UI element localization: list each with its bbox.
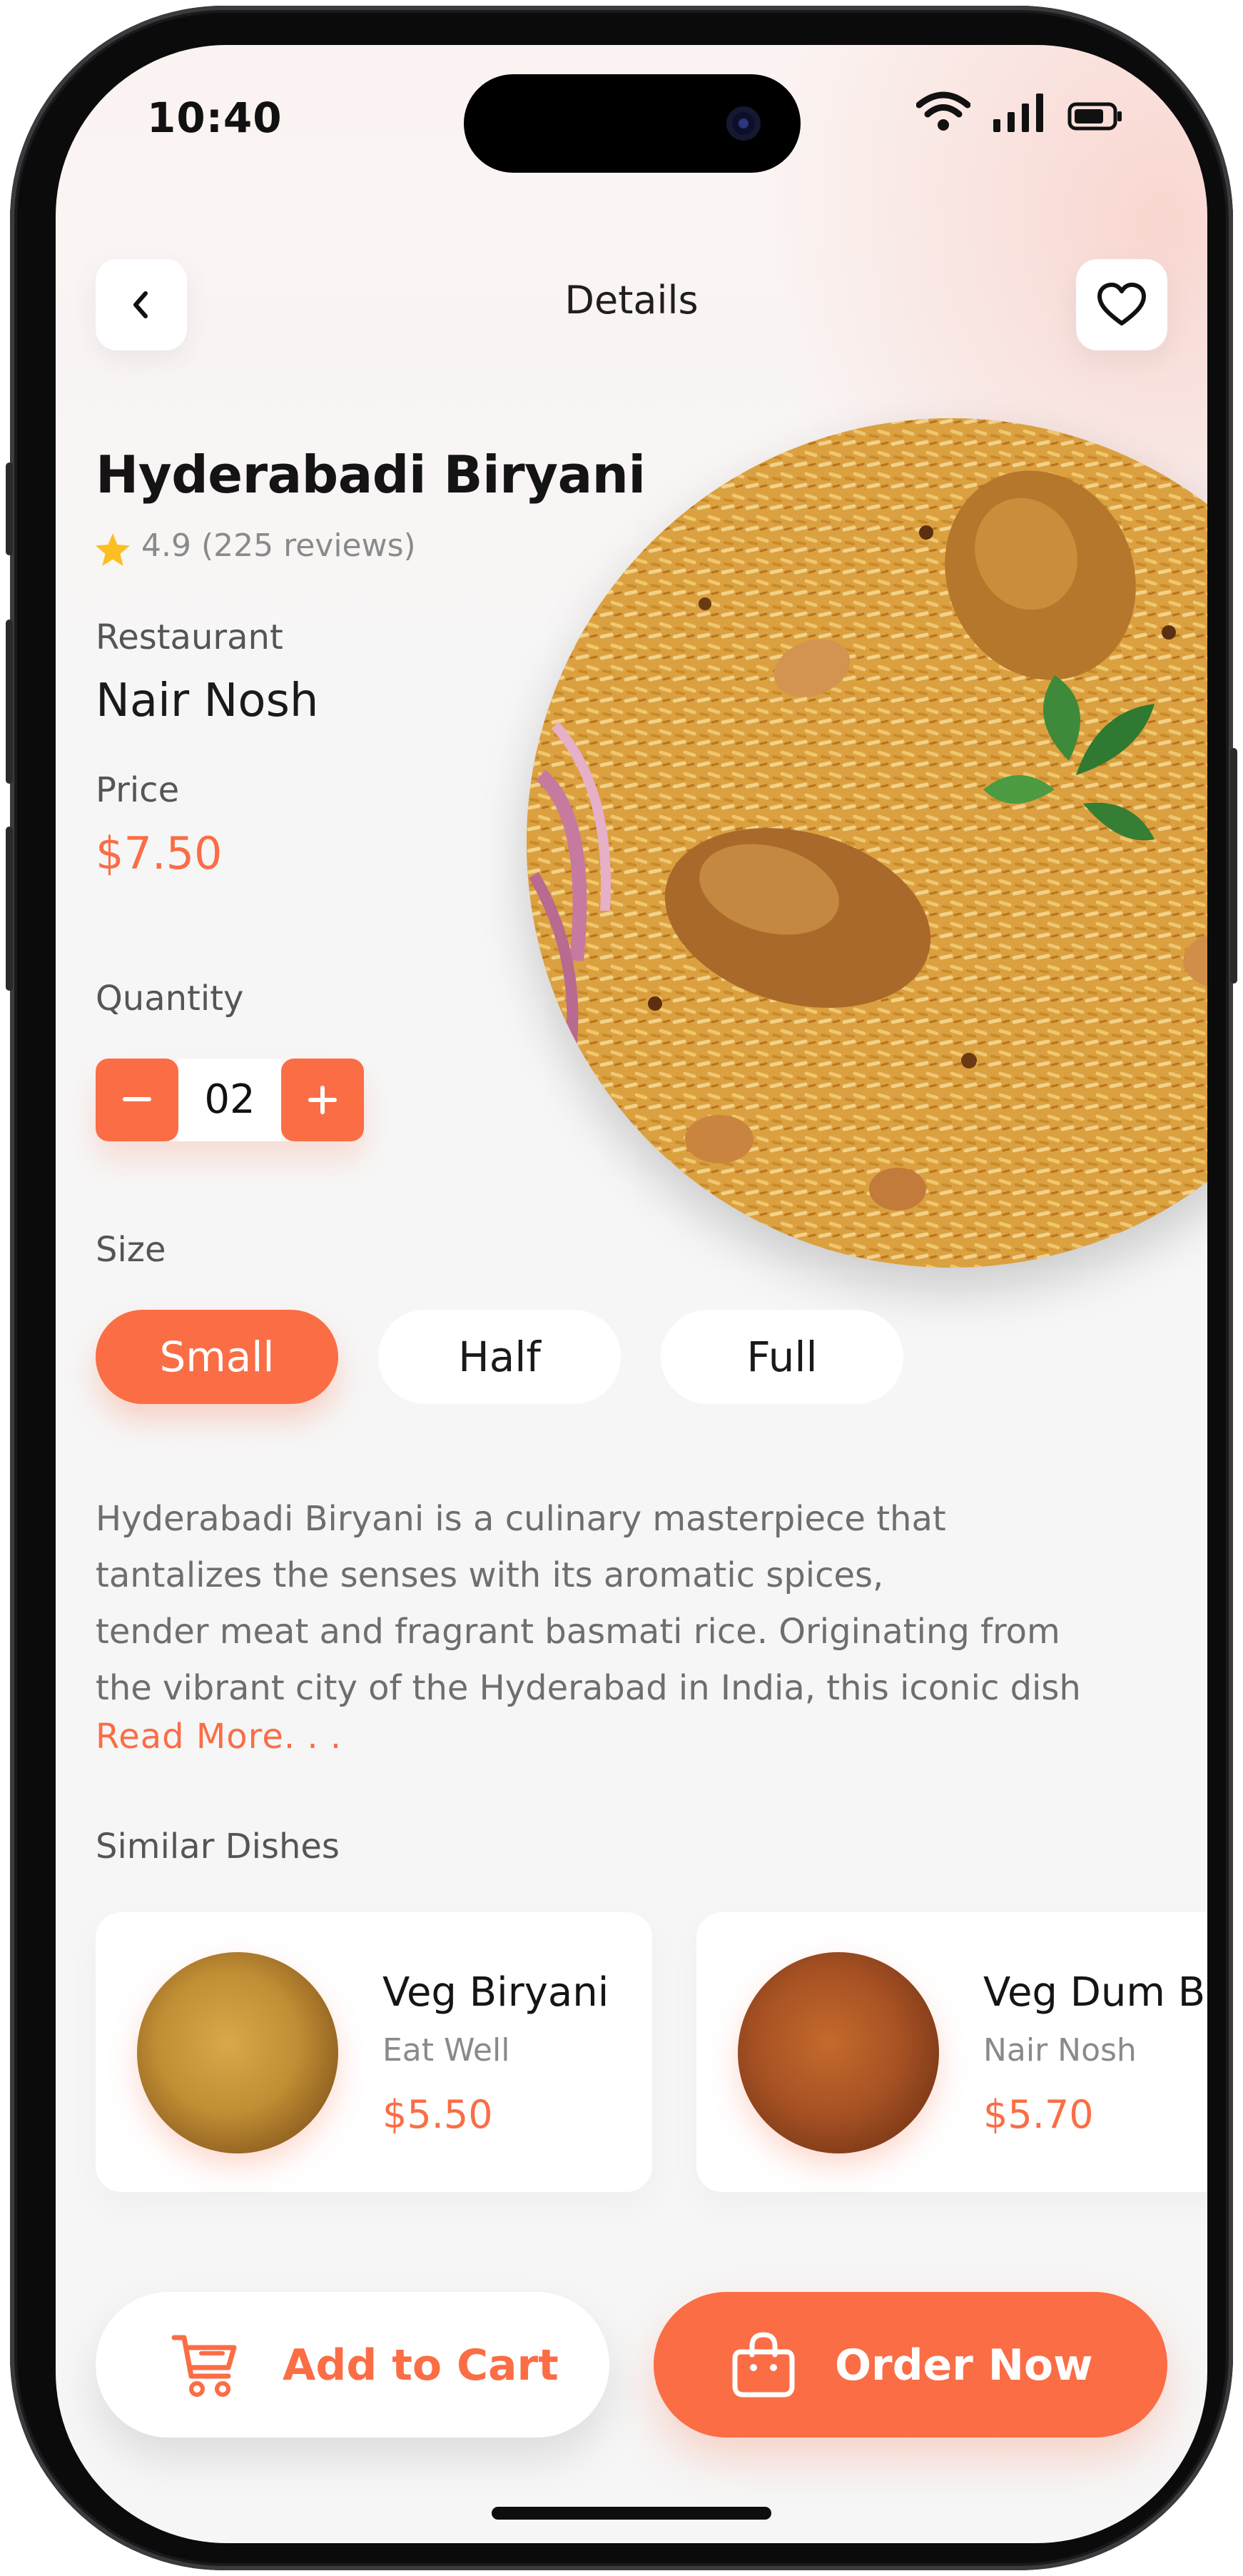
status-time: 10:40 [147,94,283,142]
decrease-quantity-button[interactable] [96,1059,178,1141]
order-now-label: Order Now [835,2340,1093,2390]
volume-down-button [6,827,13,991]
home-indicator[interactable] [492,2507,771,2520]
plus-icon [308,1086,337,1114]
favorite-button[interactable] [1076,259,1167,350]
quantity-stepper: 02 [96,1059,364,1141]
minus-icon [123,1097,151,1101]
size-option-half[interactable]: Half [378,1310,621,1404]
dish-name: Hyderabadi Biryani [96,445,646,505]
cart-icon [171,2335,237,2397]
similar-dish-restaurant: Nair Nosh [983,2032,1137,2069]
description-line: the vibrant city of the Hyderabad in Ind… [96,1668,1081,1708]
quantity-value: 02 [178,1059,281,1141]
app-screen: 10:40 Details Hyderabadi Biryani 4.9 (22… [56,45,1207,2543]
size-option-full[interactable]: Full [661,1310,903,1404]
page-title: Details [564,278,699,323]
cellular-signal-icon [993,94,1043,132]
dish-image [527,418,1207,1268]
similar-dish-image [137,1952,338,2153]
biryani-illustration [527,418,1207,1268]
add-to-cart-button[interactable]: Add to Cart [96,2292,609,2438]
quantity-label: Quantity [96,979,244,1019]
increase-quantity-button[interactable] [281,1059,364,1141]
heart-icon [1097,283,1146,325]
volume-up-button [6,620,13,784]
shopping-bag-icon [732,2332,795,2398]
similar-dish-restaurant: Eat Well [382,2032,510,2069]
description-line: Hyderabadi Biryani is a culinary masterp… [96,1499,946,1539]
wifi-icon [916,91,970,131]
restaurant-name[interactable]: Nair Nosh [96,675,318,727]
size-label: Size [96,1230,166,1270]
similar-dish-image [738,1952,939,2153]
mute-switch [6,463,13,555]
description-line: tantalizes the senses with its aromatic … [96,1555,884,1595]
order-now-button[interactable]: Order Now [654,2292,1167,2438]
add-to-cart-label: Add to Cart [283,2340,559,2390]
similar-dish-card[interactable]: Veg Biryani Eat Well $5.50 [96,1912,652,2192]
rating-text: 4.9 (225 reviews) [141,527,416,564]
star-icon [96,533,130,566]
dish-description: Hyderabadi Biryani is a culinary masterp… [96,1491,1180,1717]
similar-dish-name: Veg Dum Bi [983,1969,1207,2016]
price-label: Price [96,770,180,810]
phone-frame: 10:40 Details Hyderabadi Biryani 4.9 (22… [6,6,1237,2570]
price-value: $7.50 [96,827,223,879]
similar-dish-price: $5.70 [983,2092,1094,2137]
power-button [1230,748,1237,984]
read-more-link[interactable]: Read More. . . [96,1717,342,1757]
similar-dish-card[interactable]: Veg Dum Bi Nair Nosh $5.70 [696,1912,1207,2192]
similar-dish-price: $5.50 [382,2092,493,2137]
similar-dishes-title: Similar Dishes [96,1827,340,1867]
description-line: tender meat and fragrant basmati rice. O… [96,1612,1060,1652]
front-camera [726,106,761,141]
battery-icon [1067,102,1122,131]
similar-dish-name: Veg Biryani [382,1969,609,2016]
restaurant-label: Restaurant [96,617,283,657]
size-option-small[interactable]: Small [96,1310,338,1404]
